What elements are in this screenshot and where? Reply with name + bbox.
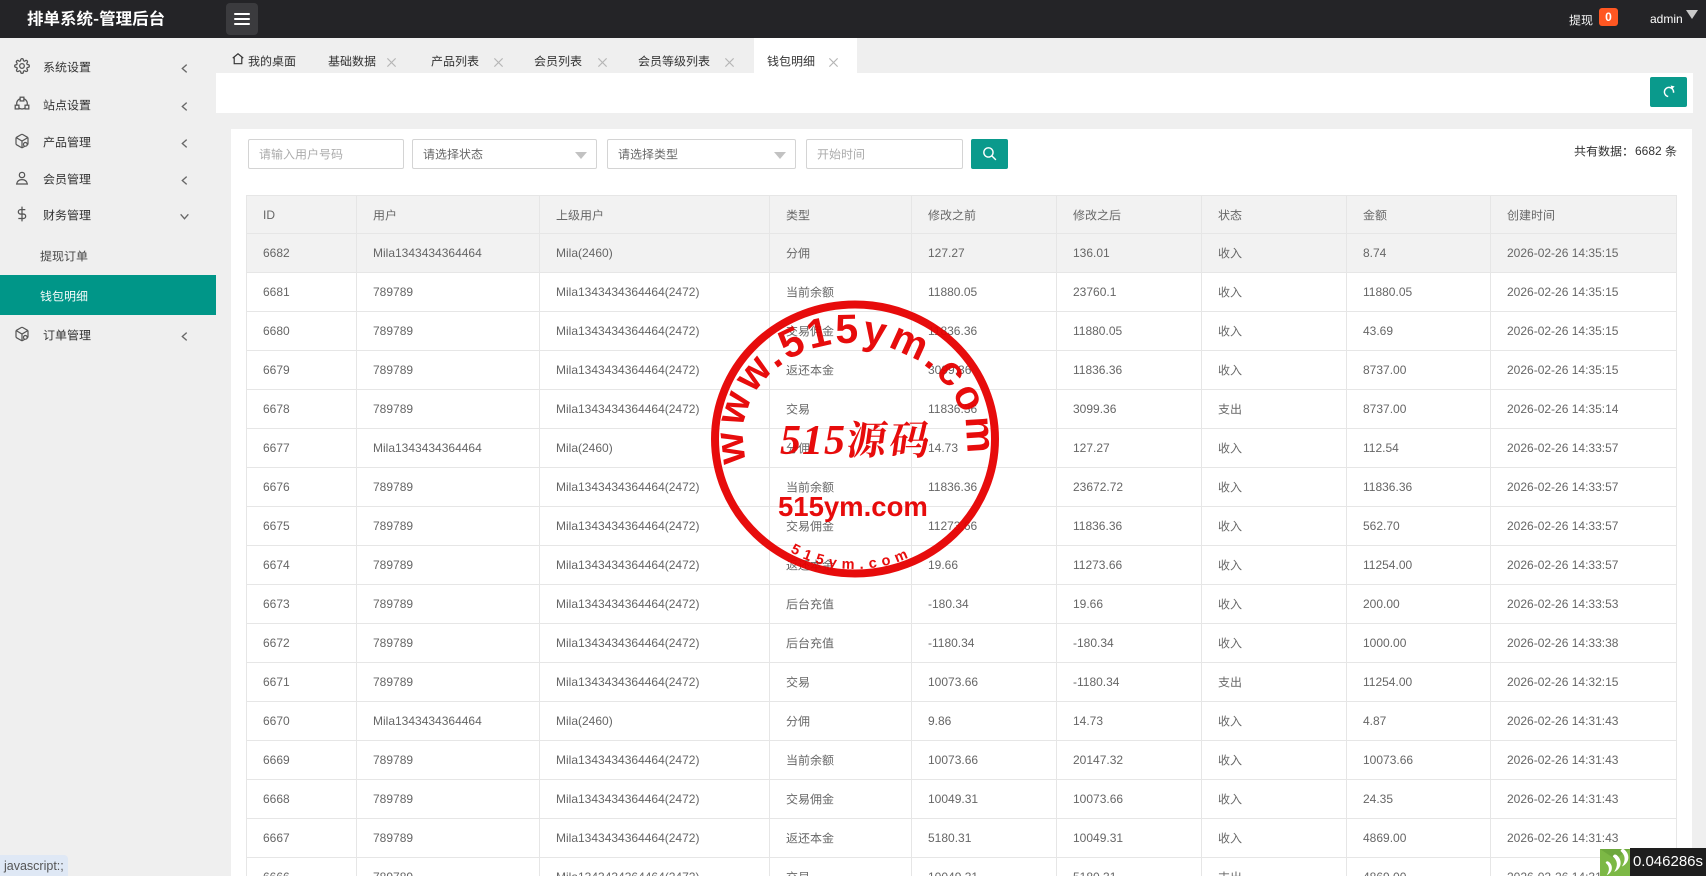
svg-text:515: 515 — [780, 418, 846, 464]
svg-text:515ym.com: 515ym.com — [778, 491, 928, 522]
svg-text:www.515ym.com: www.515ym.com — [701, 292, 1012, 496]
